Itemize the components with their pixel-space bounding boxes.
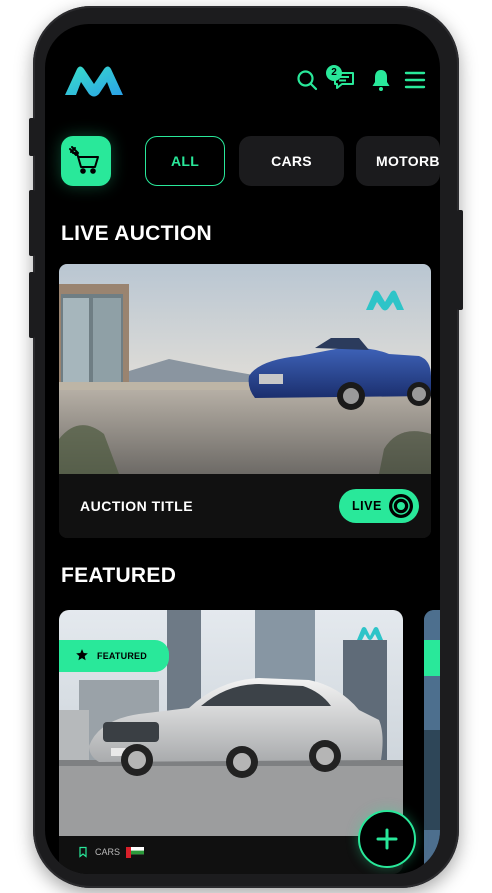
flag-icon (126, 846, 145, 858)
category-tab-all[interactable]: ALL (145, 136, 225, 186)
phone-power-button (457, 210, 463, 310)
featured-meta: CARS (77, 846, 145, 858)
phone-volume-up (29, 190, 35, 256)
category-tab-motorbikes[interactable]: MOTORBIKES (356, 136, 440, 186)
live-status-label: LIVE (352, 499, 382, 513)
add-listing-button[interactable] (358, 810, 416, 868)
next-featured-card-peek[interactable] (424, 610, 440, 874)
m-logo-icon[interactable] (63, 64, 125, 98)
featured-card-footer: CARS (59, 836, 403, 874)
search-icon[interactable] (295, 68, 319, 92)
plus-icon (376, 828, 398, 850)
auction-cart-button[interactable] (61, 136, 111, 186)
featured-badge: FEATURED (59, 640, 169, 672)
auction-car-image (59, 264, 431, 474)
star-icon (76, 649, 88, 661)
message-count-badge: 2 (326, 65, 342, 81)
next-featured-image (424, 610, 440, 874)
featured-heading: FEATURED (61, 564, 177, 587)
category-filter-row: ALL CARS MOTORBIKES (45, 136, 440, 186)
live-auction-card[interactable]: AUCTION TITLE LIVE (59, 264, 431, 538)
phone-volume-down (29, 272, 35, 338)
auction-card-footer: AUCTION TITLE LIVE (59, 474, 431, 538)
auction-title: AUCTION TITLE (80, 498, 194, 514)
app-screen: 2 ALL CARS MOTORBIKES LIVE AUCTION (45, 24, 440, 874)
category-tab-cars[interactable]: CARS (239, 136, 344, 186)
bookmark-icon[interactable] (77, 846, 89, 858)
menu-icon[interactable] (403, 68, 427, 92)
live-status-button[interactable]: LIVE (339, 489, 419, 523)
live-indicator-icon (389, 494, 413, 518)
featured-category-label: CARS (95, 847, 121, 857)
bell-icon[interactable] (369, 68, 393, 92)
auction-cart-icon (69, 146, 99, 174)
featured-badge-label: FEATURED (97, 651, 147, 661)
featured-card[interactable]: FEATURED CARS (59, 610, 403, 874)
live-auction-heading: LIVE AUCTION (61, 222, 212, 245)
phone-mute-switch (29, 118, 35, 156)
